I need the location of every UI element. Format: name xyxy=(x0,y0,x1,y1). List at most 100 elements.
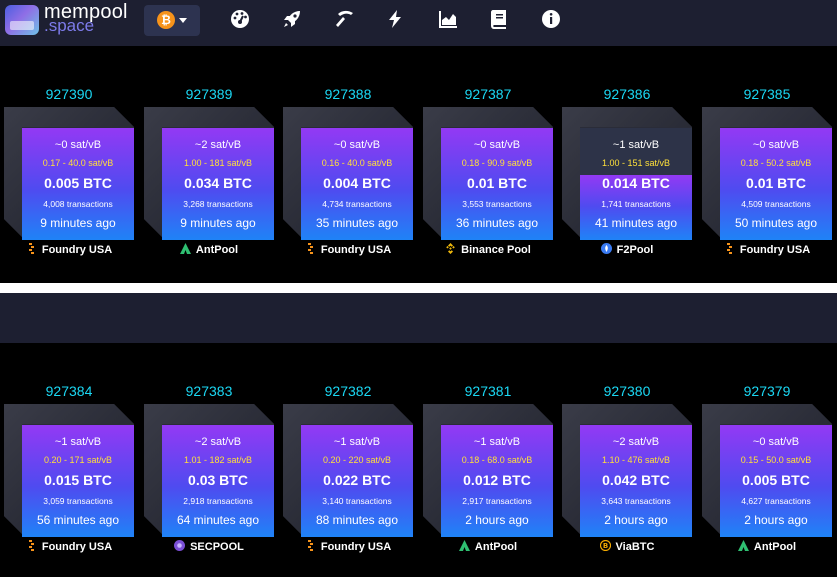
block-card[interactable]: 927389 ~2 sat/vB 1.00 - 181 sat/vB 0.034 BT… xyxy=(144,86,274,256)
block-face: ~0 sat/vB 0.17 - 40.0 sat/vB 0.005 BTC 4,00… xyxy=(22,128,134,240)
block-height-link[interactable]: 927390 xyxy=(4,86,134,102)
pool-name: AntPool xyxy=(474,541,518,553)
block-height-link[interactable]: 927383 xyxy=(144,383,274,399)
block-card[interactable]: 927380 ~2 sat/vB 1.10 - 476 sat/vB 0.042 BT… xyxy=(562,383,692,553)
block-height-link[interactable]: 927379 xyxy=(702,383,832,399)
block-cube[interactable]: ~0 sat/vB 0.18 - 50.2 sat/vB 0.01 BTC 4,509… xyxy=(702,107,832,240)
block-height-link[interactable]: 927387 xyxy=(423,86,553,102)
block-time: 36 minutes ago xyxy=(455,216,539,230)
graphs-chart-icon[interactable] xyxy=(437,8,459,30)
mining-pool-link[interactable]: SECPOOL xyxy=(144,540,274,553)
block-height-link[interactable]: 927386 xyxy=(562,86,692,102)
block-cube[interactable]: ~1 sat/vB 0.20 - 220 sat/vB 0.022 BTC 3,140… xyxy=(283,404,413,537)
block-time: 50 minutes ago xyxy=(734,216,818,230)
mining-pool-link[interactable]: AntPool xyxy=(702,540,832,553)
block-card[interactable]: 927383 ~2 sat/vB 1.01 - 182 sat/vB 0.03 BTC… xyxy=(144,383,274,553)
block-height-link[interactable]: 927385 xyxy=(702,86,832,102)
dashboard-gauge-icon[interactable] xyxy=(229,8,251,30)
mempool-logo-icon[interactable] xyxy=(5,5,39,35)
mining-pool-link[interactable]: Binance Pool xyxy=(423,243,553,256)
block-cube[interactable]: ~0 sat/vB 0.16 - 40.0 sat/vB 0.004 BTC 4,73… xyxy=(283,107,413,240)
pool-name: Foundry USA xyxy=(41,541,113,553)
median-fee: ~1 sat/vB xyxy=(473,436,521,448)
docs-book-icon[interactable] xyxy=(488,8,510,30)
block-card[interactable]: 927379 ~0 sat/vB 0.15 - 50.0 sat/vB 0.005 B… xyxy=(702,383,832,553)
block-time: 41 minutes ago xyxy=(594,216,678,230)
mining-pool-link[interactable]: AntPool xyxy=(144,243,274,256)
tx-count: 3,643 transactions xyxy=(601,496,671,506)
median-fee: ~2 sat/vB xyxy=(194,436,242,448)
tx-count: 3,059 transactions xyxy=(43,496,113,506)
block-reward: 0.022 BTC xyxy=(323,472,391,488)
binance-pool-icon xyxy=(445,243,461,256)
mining-pool-link[interactable]: Foundry USA xyxy=(4,243,134,256)
median-fee: ~0 sat/vB xyxy=(54,139,102,151)
tx-count: 4,627 transactions xyxy=(741,496,811,506)
block-cube[interactable]: ~0 sat/vB 0.17 - 40.0 sat/vB 0.005 BTC 4,00… xyxy=(4,107,134,240)
block-cube[interactable]: ~1 sat/vB 0.20 - 171 sat/vB 0.015 BTC 3,059… xyxy=(4,404,134,537)
block-card[interactable]: 927390 ~0 sat/vB 0.17 - 40.0 sat/vB 0.005 B… xyxy=(4,86,134,256)
block-card[interactable]: 927381 ~1 sat/vB 0.18 - 68.0 sat/vB 0.012 B… xyxy=(423,383,553,553)
block-card[interactable]: 927388 ~0 sat/vB 0.16 - 40.0 sat/vB 0.004 B… xyxy=(283,86,413,256)
mining-pool-link[interactable]: AntPool xyxy=(423,540,553,553)
block-reward: 0.01 BTC xyxy=(746,175,806,191)
fee-range: 0.18 - 90.9 sat/vB xyxy=(461,158,533,168)
network-selector-button[interactable]: ₿ xyxy=(144,5,200,36)
block-card[interactable]: 927386 ~1 sat/vB 1.00 - 151 sat/vB 0.014 BT… xyxy=(562,86,692,256)
block-height-link[interactable]: 927388 xyxy=(283,86,413,102)
block-card[interactable]: 927384 ~1 sat/vB 0.20 - 171 sat/vB 0.015 BT… xyxy=(4,383,134,553)
foundry-icon xyxy=(305,243,321,256)
pool-name: AntPool xyxy=(753,541,797,553)
tx-count: 2,918 transactions xyxy=(183,496,253,506)
block-face: ~0 sat/vB 0.18 - 50.2 sat/vB 0.01 BTC 4,509… xyxy=(720,128,832,240)
pool-name: Foundry USA xyxy=(320,541,392,553)
block-cube[interactable]: ~0 sat/vB 0.15 - 50.0 sat/vB 0.005 BTC 4,62… xyxy=(702,404,832,537)
block-height-link[interactable]: 927380 xyxy=(562,383,692,399)
mining-pool-link[interactable]: Foundry USA xyxy=(4,540,134,553)
block-card[interactable]: 927382 ~1 sat/vB 0.20 - 220 sat/vB 0.022 BT… xyxy=(283,383,413,553)
about-info-icon[interactable] xyxy=(540,8,562,30)
block-time: 2 hours ago xyxy=(465,513,529,527)
f2pool-icon xyxy=(600,243,617,256)
foundry-icon xyxy=(305,540,321,553)
block-card[interactable]: 927385 ~0 sat/vB 0.18 - 50.2 sat/vB 0.01 BT… xyxy=(702,86,832,256)
mining-pool-link[interactable]: Foundry USA xyxy=(283,243,413,256)
pool-name: Foundry USA xyxy=(320,244,392,256)
block-cube[interactable]: ~0 sat/vB 0.18 - 90.9 sat/vB 0.01 BTC 3,553… xyxy=(423,107,553,240)
block-face: ~2 sat/vB 1.01 - 182 sat/vB 0.03 BTC 2,918 … xyxy=(162,425,274,537)
mining-pool-link[interactable]: F2Pool xyxy=(562,243,692,256)
caret-down-icon xyxy=(179,18,187,23)
block-cube[interactable]: ~2 sat/vB 1.00 - 181 sat/vB 0.034 BTC 3,268… xyxy=(144,107,274,240)
foundry-icon xyxy=(724,243,740,256)
block-reward: 0.005 BTC xyxy=(44,175,112,191)
tx-count: 4,734 transactions xyxy=(322,199,392,209)
mining-pool-link[interactable]: B ViaBTC xyxy=(562,540,692,553)
block-cube[interactable]: ~2 sat/vB 1.10 - 476 sat/vB 0.042 BTC 3,643… xyxy=(562,404,692,537)
lightning-bolt-icon[interactable] xyxy=(384,8,406,30)
tx-count: 1,741 transactions xyxy=(601,199,671,209)
mining-pickaxe-icon[interactable] xyxy=(334,8,356,30)
block-reward: 0.014 BTC xyxy=(602,175,670,191)
mining-pool-link[interactable]: Foundry USA xyxy=(702,243,832,256)
block-face: ~0 sat/vB 0.15 - 50.0 sat/vB 0.005 BTC 4,62… xyxy=(720,425,832,537)
block-cube[interactable]: ~2 sat/vB 1.01 - 182 sat/vB 0.03 BTC 2,918 … xyxy=(144,404,274,537)
block-height-link[interactable]: 927389 xyxy=(144,86,274,102)
antpool-icon xyxy=(179,243,196,256)
pool-name: Binance Pool xyxy=(461,244,531,256)
pool-name: ViaBTC xyxy=(615,541,655,553)
brand-domain[interactable]: .space xyxy=(44,16,94,36)
block-height-link[interactable]: 927381 xyxy=(423,383,553,399)
fee-range: 0.18 - 68.0 sat/vB xyxy=(461,455,533,465)
median-fee: ~0 sat/vB xyxy=(333,139,381,151)
block-card[interactable]: 927387 ~0 sat/vB 0.18 - 90.9 sat/vB 0.01 BT… xyxy=(423,86,553,256)
viabtc-icon: B xyxy=(599,540,616,553)
block-height-link[interactable]: 927382 xyxy=(283,383,413,399)
secpool-icon xyxy=(174,540,190,553)
block-cube[interactable]: ~1 sat/vB 0.18 - 68.0 sat/vB 0.012 BTC 2,91… xyxy=(423,404,553,537)
mining-pool-link[interactable]: Foundry USA xyxy=(283,540,413,553)
rocket-icon[interactable] xyxy=(281,8,303,30)
block-height-link[interactable]: 927384 xyxy=(4,383,134,399)
tx-count: 3,553 transactions xyxy=(462,199,532,209)
tx-count: 4,509 transactions xyxy=(741,199,811,209)
block-cube[interactable]: ~1 sat/vB 1.00 - 151 sat/vB 0.014 BTC 1,741… xyxy=(562,107,692,240)
